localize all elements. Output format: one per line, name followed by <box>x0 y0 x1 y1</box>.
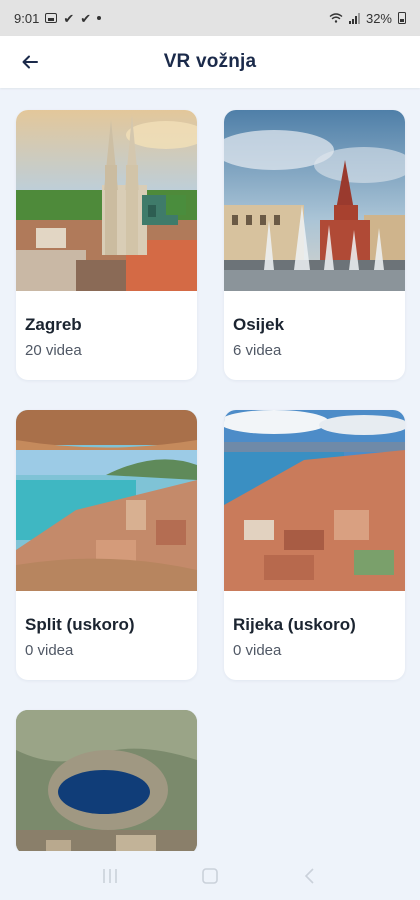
city-card-rijeka[interactable]: Rijeka (uskoro) 0 videa <box>224 410 405 680</box>
status-bar: 9:01 ✔ ✔ 32% <box>0 0 420 36</box>
city-card-zagreb[interactable]: Zagreb 20 videa <box>16 110 197 380</box>
osijek-fountain-church-photo <box>224 110 405 291</box>
rijeka-city-aerial-photo <box>224 410 405 591</box>
battery-icon <box>398 12 406 24</box>
battery-percent: 32% <box>365 10 392 26</box>
back-button[interactable] <box>14 46 46 78</box>
card-video-count: 0 videa <box>233 642 282 659</box>
card-title: Zagreb <box>25 315 82 334</box>
signal-icon <box>348 12 360 24</box>
card-video-count: 0 videa <box>25 642 74 659</box>
status-time: 9:01 <box>14 10 40 26</box>
arrow-left-icon <box>22 55 38 69</box>
city-card-osijek[interactable]: Osijek 6 videa <box>224 110 405 380</box>
card-video-count: 6 videa <box>233 342 282 359</box>
split-harbor-aerial-photo <box>16 410 197 591</box>
check-icon: ✔ <box>80 10 92 26</box>
city-grid: Zagreb 20 videa Osijek 6 videa Split (us… <box>16 110 406 855</box>
home-button[interactable] <box>195 861 225 891</box>
page-title: VR vožnja <box>163 51 257 72</box>
recents-icon <box>103 868 117 883</box>
wifi-icon <box>329 13 343 23</box>
system-back-button[interactable] <box>295 861 325 891</box>
back-icon <box>304 867 314 884</box>
card-video-count: 20 videa <box>25 342 82 359</box>
app-bar: VR vožnja <box>0 36 420 88</box>
city-card-blue-lake[interactable] <box>16 710 197 855</box>
card-title: Rijeka (uskoro) <box>233 615 356 634</box>
home-icon <box>202 867 218 884</box>
card-title: Osijek <box>233 315 285 334</box>
zagreb-cathedral-photo <box>16 110 197 291</box>
card-title: Split (uskoro) <box>25 615 135 634</box>
check-icon: ✔ <box>63 10 75 26</box>
recents-button[interactable] <box>95 861 125 891</box>
city-card-split[interactable]: Split (uskoro) 0 videa <box>16 410 197 680</box>
notification-dot-icon <box>97 16 102 20</box>
gallery-icon <box>45 13 58 23</box>
system-nav-bar <box>0 851 420 900</box>
blue-lake-imotski-aerial-photo <box>16 710 197 855</box>
